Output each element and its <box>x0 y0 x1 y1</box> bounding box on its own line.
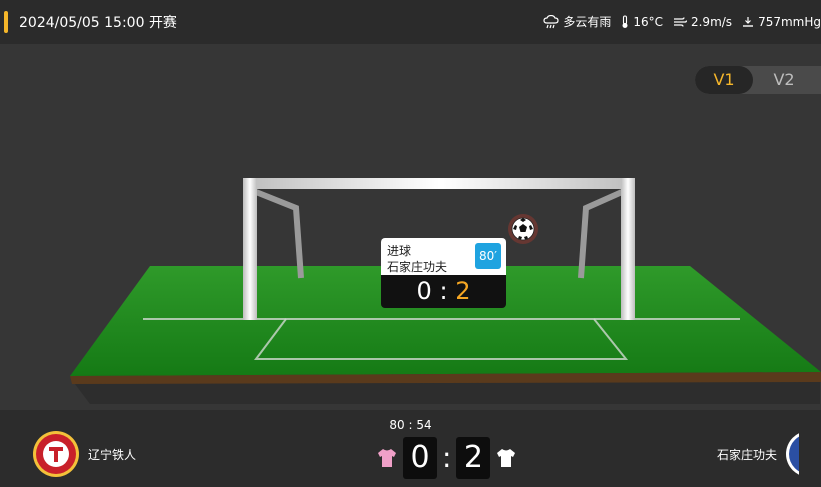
goal-back-support-right <box>578 189 624 279</box>
football-icon <box>508 214 538 244</box>
event-card-header: 进球 石家庄功夫 80′ <box>381 238 506 275</box>
scoreboard-bar: 80 : 54 辽宁铁人 0 : 2 石家庄功夫 <box>0 410 821 487</box>
away-kit-icon <box>497 449 516 467</box>
away-score: 2 <box>456 437 491 479</box>
goal-back-support-left <box>254 189 304 279</box>
home-score: 0 <box>403 437 437 479</box>
away-team-crest <box>786 433 799 475</box>
event-score-home: 0 <box>416 277 432 305</box>
score-separator: : <box>442 441 452 474</box>
goal-crossbar <box>243 178 635 189</box>
event-score-away: 2 <box>455 277 471 305</box>
event-score: 0 : 2 <box>381 275 506 308</box>
away-team[interactable]: 石家庄功夫 <box>717 430 799 478</box>
event-score-separator: : <box>439 277 448 305</box>
home-kit-icon <box>378 449 396 467</box>
event-type: 进球 <box>387 244 412 258</box>
home-team[interactable]: 辽宁铁人 <box>32 430 136 478</box>
view-version-toggle[interactable]: V1 V2 <box>695 66 821 94</box>
goal-post-right <box>621 178 635 320</box>
away-team-name: 石家庄功夫 <box>716 447 777 462</box>
view-option-v1[interactable]: V1 <box>695 66 753 94</box>
view-option-v2[interactable]: V2 <box>755 66 813 94</box>
event-team: 石家庄功夫 <box>387 260 448 274</box>
event-minute-badge: 80′ <box>475 243 501 269</box>
goal-post-left <box>243 178 257 320</box>
main-score: 0 : 2 <box>376 437 517 479</box>
home-team-crest <box>33 431 79 477</box>
home-team-name: 辽宁铁人 <box>88 447 137 462</box>
goal-event-card: 进球 石家庄功夫 80′ 0 : 2 <box>381 238 506 308</box>
